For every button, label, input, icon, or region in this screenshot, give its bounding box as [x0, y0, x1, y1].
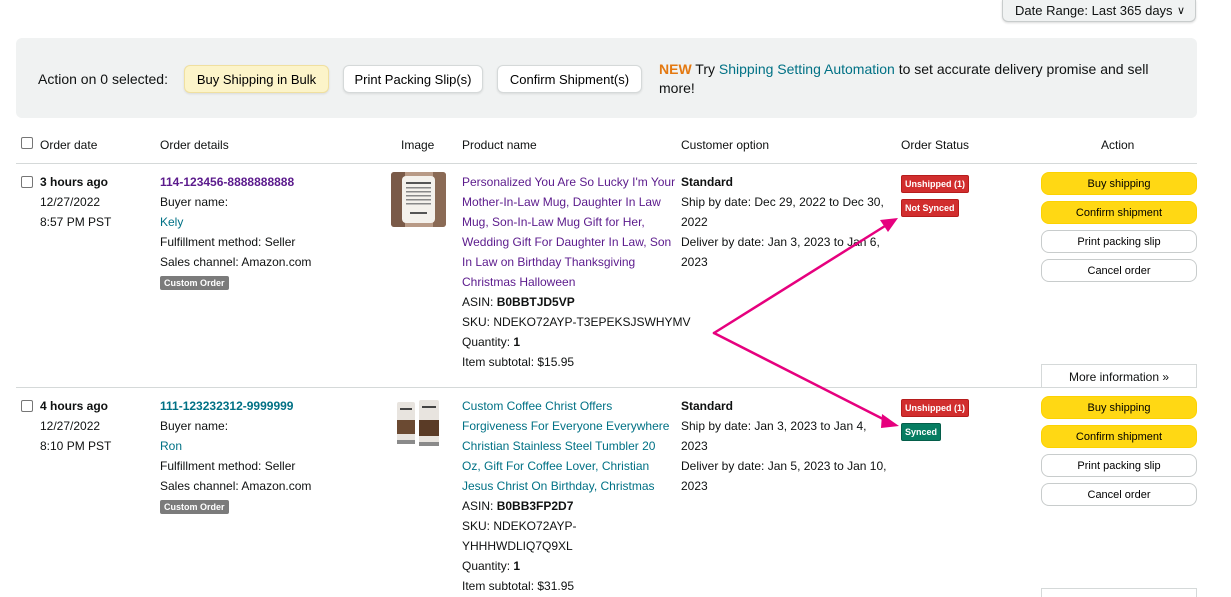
annotation-arrow-up — [712, 224, 887, 335]
annotation-arrows — [712, 218, 899, 428]
annotation-arrow-down — [712, 331, 887, 422]
arrowhead-down-icon — [881, 414, 899, 428]
arrowhead-up-icon — [880, 218, 898, 232]
